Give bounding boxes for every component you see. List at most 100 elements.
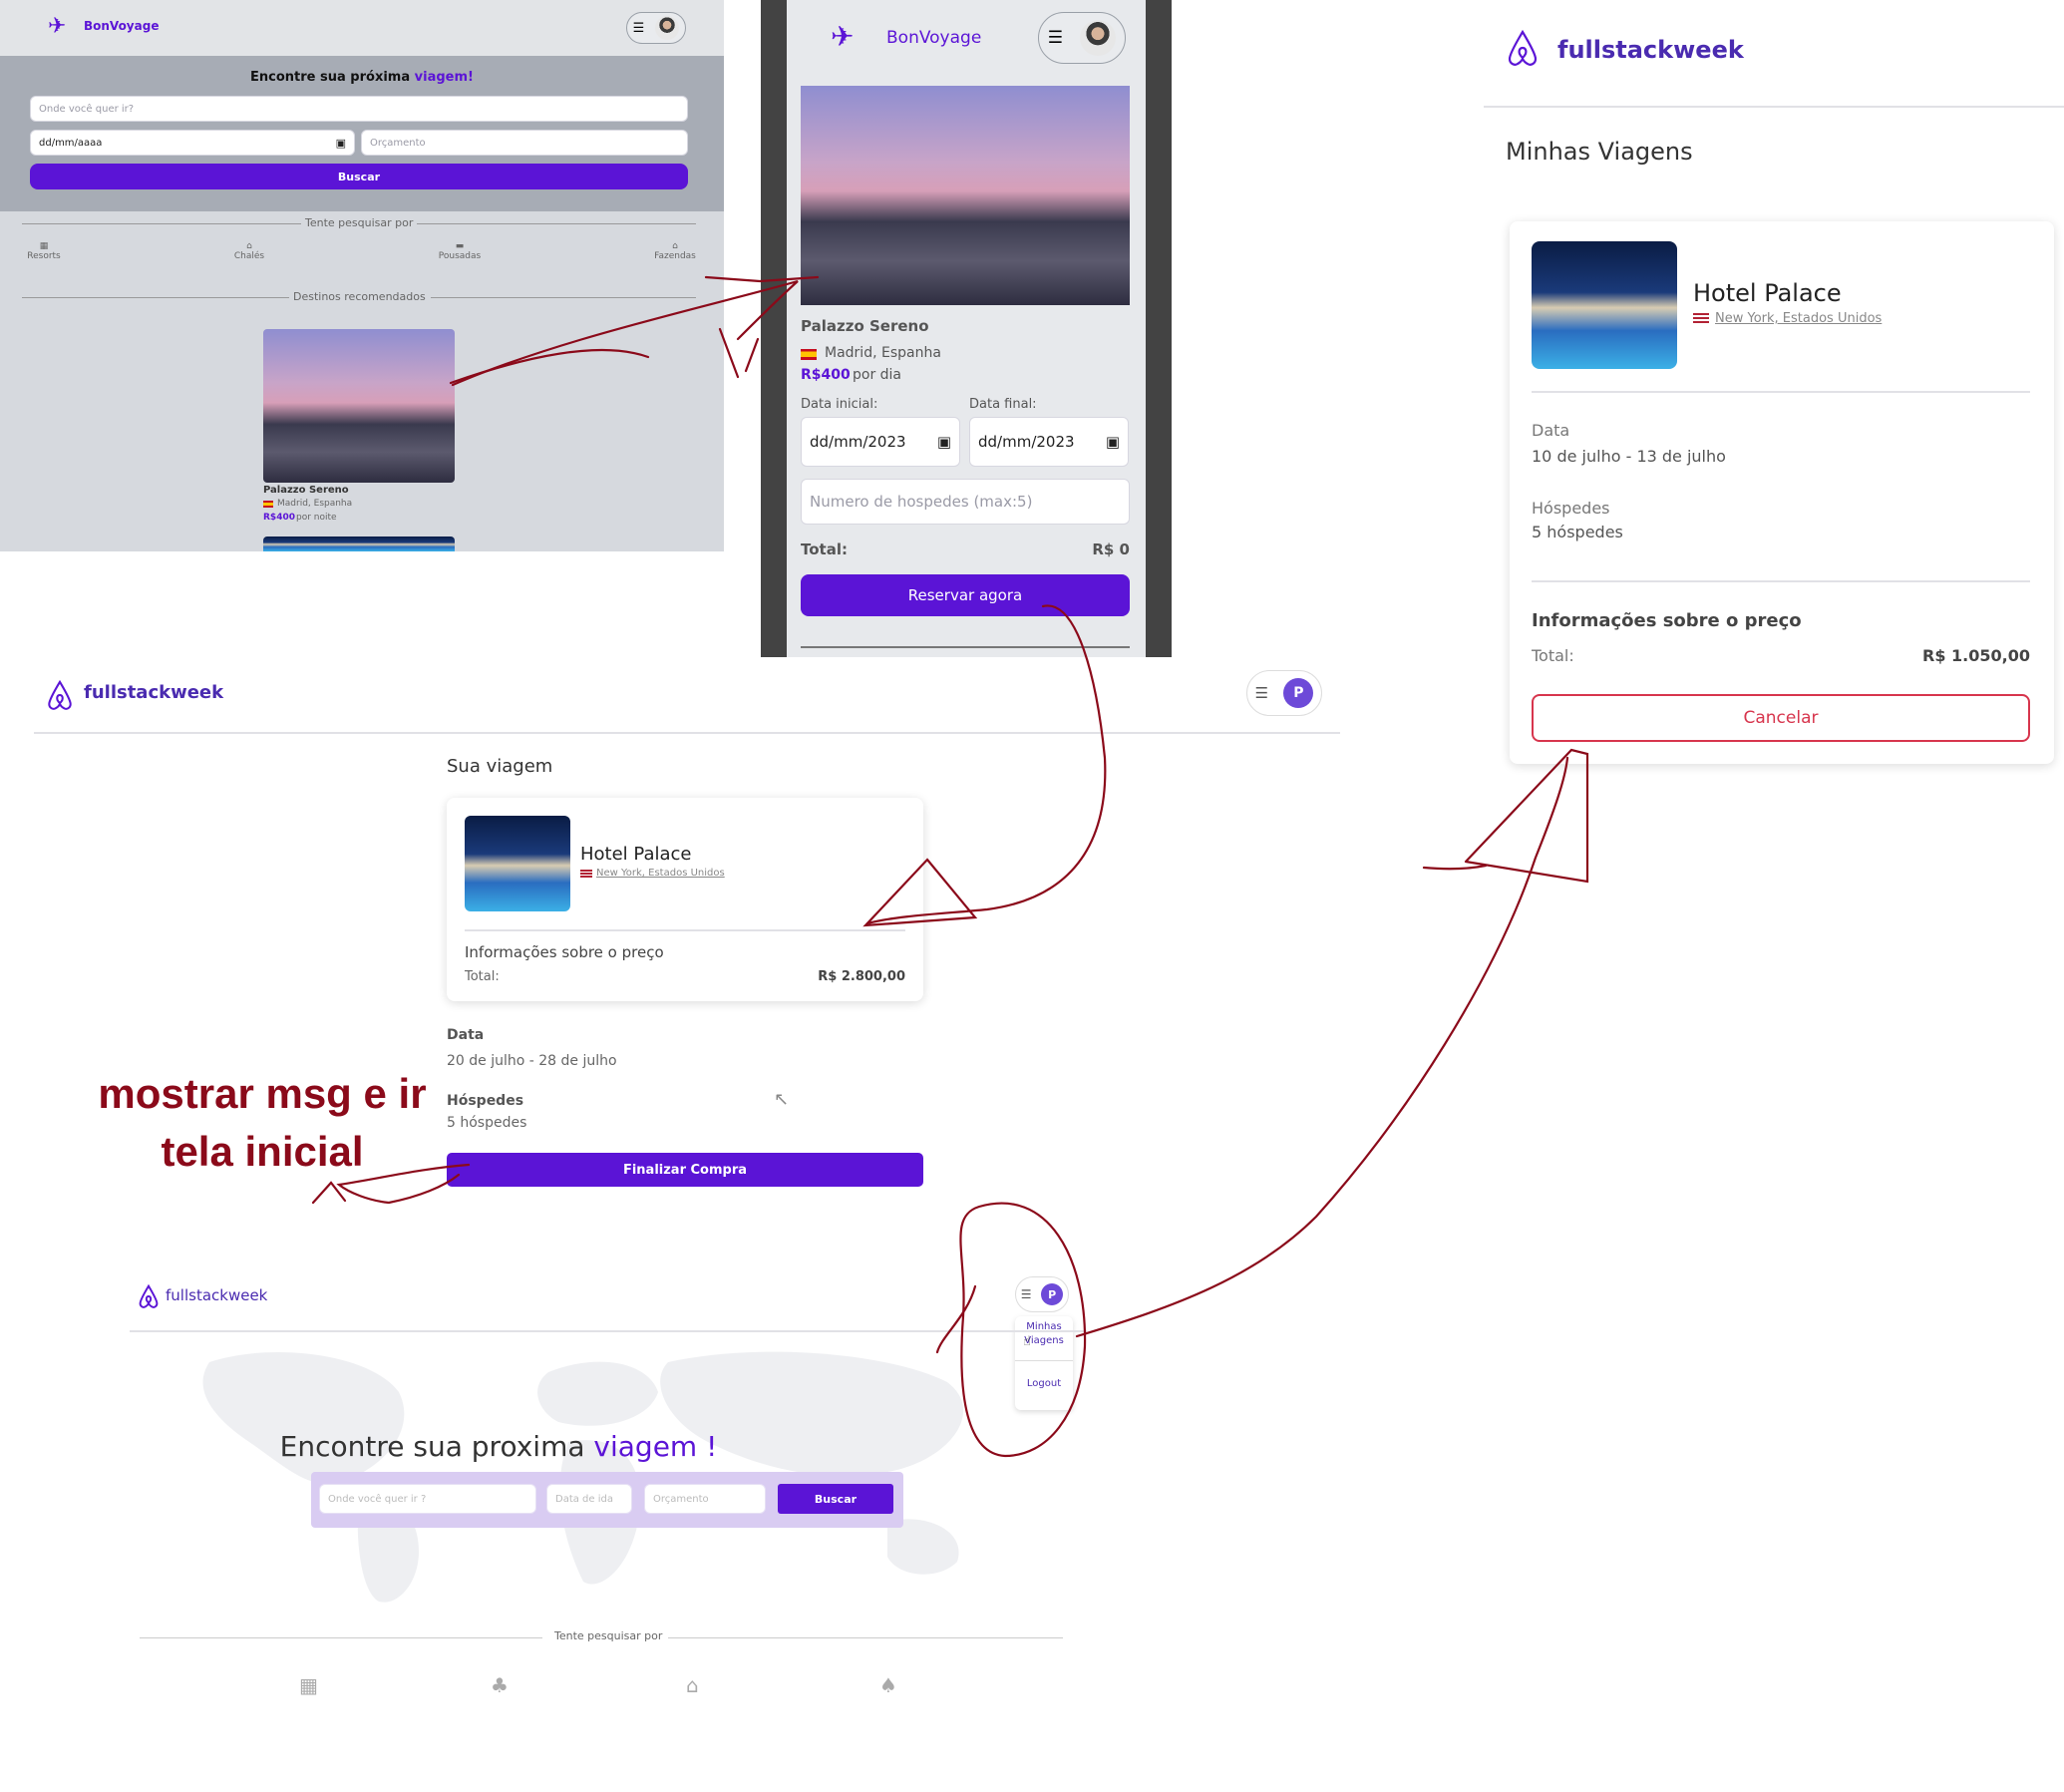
category-pousadas[interactable]: ▬ Pousadas (435, 241, 485, 261)
guests-input[interactable]: Numero de hospedes (max:5) (801, 479, 1130, 525)
brand-name: BonVoyage (84, 19, 160, 33)
search-button[interactable]: Buscar (30, 164, 688, 189)
hamburger-icon: ☰ (1254, 684, 1269, 702)
hotel-location: New York, Estados Unidos (1715, 311, 1883, 326)
card-divider (465, 929, 905, 931)
user-menu-button[interactable]: ☰ P (1015, 1276, 1069, 1312)
airbnb-logo-icon (46, 678, 74, 712)
divider-left (22, 223, 301, 224)
price-info-title: Informações sobre o preço (1532, 610, 1802, 631)
farm-icon[interactable]: ♣ (491, 1673, 509, 1697)
hamburger-icon: ☰ (1020, 1287, 1032, 1301)
hotel-location: Madrid, Espanha (277, 499, 353, 509)
page-title: Sua viagem (447, 756, 553, 777)
panel-bonvoyage-home: ✈ BonVoyage ☰ Encontre sua próxima viage… (0, 0, 724, 551)
end-date-label: Data final: (969, 397, 1037, 412)
search-bar: Onde você quer ir ? Data de ida Orçament… (311, 1472, 903, 1528)
date-value: 10 de julho - 13 de julho (1532, 447, 1726, 466)
annotation-note: mostrar msg e ir tela inicial (88, 1065, 437, 1181)
category-chales[interactable]: ⌂ Chalés (229, 241, 269, 261)
date-value: 20 de julho - 28 de julho (447, 1053, 617, 1069)
hotel-photo (1532, 241, 1677, 369)
divider-right (417, 223, 696, 224)
hotel-name: Palazzo Sereno (263, 485, 349, 496)
date-input[interactable]: Data de ida (546, 1484, 632, 1514)
barn-icon: ⌂ (672, 241, 678, 251)
divider-left-2 (22, 297, 289, 298)
detail-page: ✈ BonVoyage ☰ Palazzo Sereno Madrid, Esp… (787, 0, 1146, 657)
start-date-input[interactable]: dd/mm/2023 ▣ (801, 417, 960, 467)
user-menu-button[interactable]: ☰ P (1246, 670, 1322, 716)
airbnb-logo-icon (138, 1282, 160, 1310)
divider-right (668, 1637, 1063, 1638)
hotel-icon[interactable]: ▦ (299, 1673, 318, 1697)
hotel-photo (801, 86, 1130, 305)
where-input[interactable]: Onde você quer ir? (30, 96, 688, 122)
guests-value: 5 hóspedes (447, 1115, 527, 1131)
start-date-label: Data inicial: (801, 397, 878, 412)
budget-input[interactable]: Orçamento (644, 1484, 766, 1514)
spain-flag-icon (801, 349, 817, 360)
bottom-divider (801, 646, 1130, 648)
plane-logo-icon: ✈ (831, 20, 855, 53)
heading-accent: viagem! (414, 70, 474, 85)
plane-logo-icon: ✈ (48, 14, 67, 39)
avatar (655, 16, 680, 40)
guests-label: Hóspedes (1532, 499, 1610, 518)
hotel-photo (465, 816, 570, 911)
recommended-card[interactable]: Palazzo Sereno Madrid, Espanha R$400 por… (263, 329, 455, 529)
where-input[interactable]: Onde você quer ir ? (319, 1484, 536, 1514)
airbnb-logo-icon (1506, 28, 1540, 68)
trip-card: Hotel Palace New York, Estados Unidos In… (447, 798, 923, 1001)
category-fazendas[interactable]: ⌂ Fazendas (650, 241, 700, 261)
search-button[interactable]: Buscar (778, 1484, 893, 1514)
total-label: Total: (1532, 646, 1574, 665)
avatar (1080, 20, 1117, 56)
hotel-price: R$400 (801, 367, 851, 383)
user-menu-button[interactable]: ☰ (1038, 12, 1126, 64)
brand-name: BonVoyage (886, 28, 982, 48)
category-label: Fazendas (654, 251, 696, 261)
try-search-label: Tente pesquisar por (554, 1629, 663, 1642)
user-menu-button[interactable]: ☰ (626, 12, 686, 44)
hotel-photo (263, 329, 455, 483)
budget-input[interactable]: Orçamento (361, 130, 688, 156)
price-info-title: Informações sobre o preço (465, 943, 664, 961)
category-resorts[interactable]: ▦ Resorts (24, 241, 64, 261)
heading-text: Encontre sua proxima (279, 1430, 585, 1463)
hotel-name: Hotel Palace (580, 844, 692, 865)
hotel-price: R$400 (263, 513, 295, 523)
finish-purchase-button[interactable]: Finalizar Compra (447, 1153, 923, 1187)
avatar: P (1041, 1283, 1064, 1305)
cancel-button[interactable]: Cancelar (1532, 694, 2030, 742)
category-label: Pousadas (438, 251, 482, 261)
trip-card: Hotel Palace New York, Estados Unidos Da… (1510, 221, 2054, 764)
inn-icon[interactable]: ♠ (879, 1673, 897, 1697)
cabin-icon[interactable]: ⌂ (686, 1673, 699, 1697)
try-search-label: Tente pesquisar por (305, 216, 414, 229)
house-icon: ⌂ (246, 241, 252, 251)
hamburger-icon: ☰ (1047, 28, 1063, 48)
panel-home-menu: fullstackweek ☰ P Minhas Viagens ☝ Logou… (130, 1264, 1087, 1703)
header-divider (34, 732, 1340, 734)
price-suffix: por noite (296, 513, 337, 523)
category-label: Chalés (233, 251, 265, 261)
recommended-label: Destinos recomendados (293, 290, 426, 303)
spain-flag-icon (263, 501, 273, 508)
brand-name: fullstackweek (166, 1286, 268, 1304)
guests-value: 5 hóspedes (1532, 523, 1623, 541)
reserve-button[interactable]: Reservar agora (801, 574, 1130, 616)
divider-left (140, 1637, 542, 1638)
brand-name: fullstackweek (1557, 36, 1744, 64)
building-icon: ▦ (39, 241, 49, 251)
total-value: R$ 2.800,00 (818, 969, 905, 984)
calendar-icon: ▣ (936, 433, 951, 451)
price-suffix: por dia (853, 367, 902, 383)
header-divider (1484, 106, 2064, 108)
end-date-input[interactable]: dd/mm/2023 ▣ (969, 417, 1129, 467)
hotel-name: Hotel Palace (1693, 279, 1842, 307)
hero-heading: Encontre sua proxima viagem ! (130, 1430, 867, 1463)
date-input[interactable]: dd/mm/aaaa ▣ (30, 130, 355, 156)
start-date-value: dd/mm/2023 (810, 433, 906, 451)
us-flag-icon (1693, 313, 1709, 324)
